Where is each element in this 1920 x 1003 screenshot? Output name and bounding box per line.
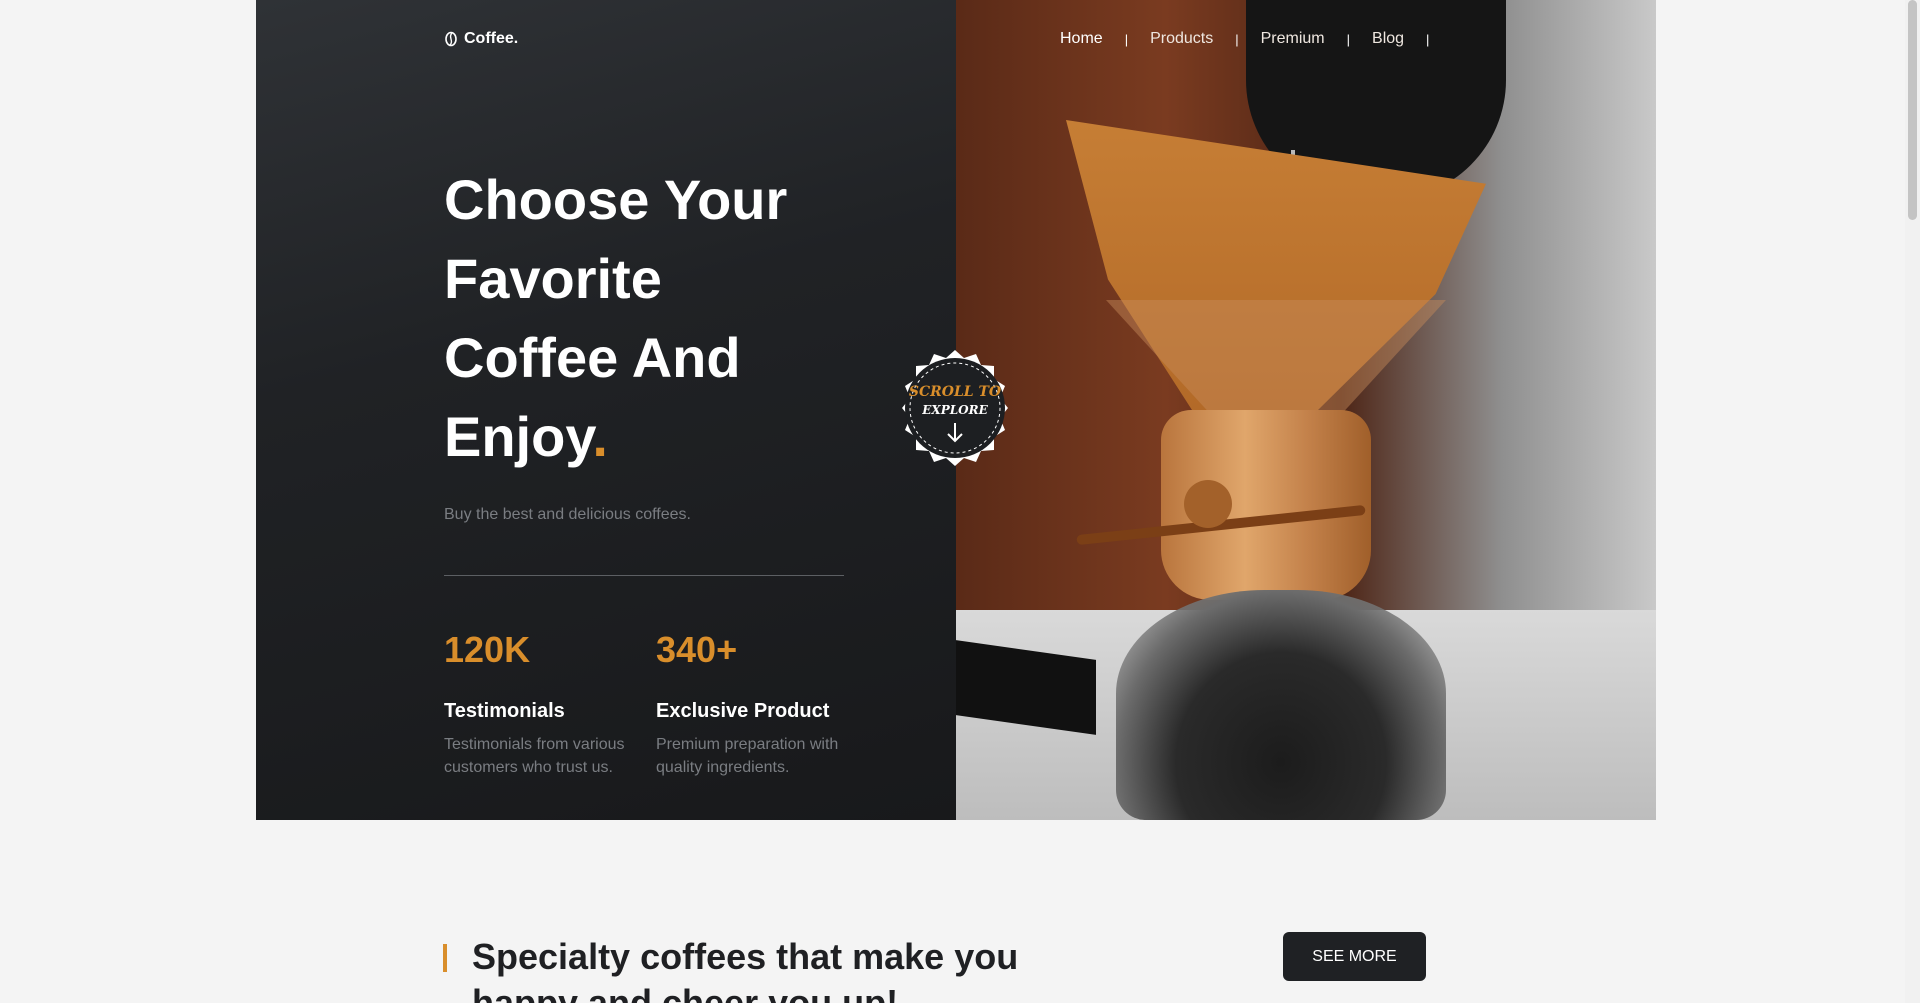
nav-separator: | [1346,31,1351,47]
stat-value: 340+ [656,629,738,670]
hero-divider [444,575,844,576]
main-nav: Home | Products | Premium | Blog | [1060,30,1451,48]
coffee-bean-icon [445,31,457,47]
badge-line-1: SCROLL TO [909,384,1002,400]
carafe-shape [1116,590,1446,820]
scroll-to-explore-badge[interactable]: SCROLL TO EXPLORE [890,343,1020,473]
headline-line-4: Enjoy [444,405,593,468]
nav-premium[interactable]: Premium [1261,30,1325,48]
headline-line-1: Choose Your [444,168,788,231]
nav-blog[interactable]: Blog [1372,30,1404,48]
page: Coffee. Home | Products | Premium | Blog… [0,0,1920,1003]
headline-line-3: Coffee And [444,326,741,389]
brand-logo[interactable]: Coffee. [444,30,518,48]
stat-desc-line: customers who trust us. [444,759,613,776]
stat-desc-line: Premium preparation with [656,736,839,753]
page-scrollbar[interactable] [1905,0,1920,1003]
nav-home[interactable]: Home [1060,30,1103,48]
badge-line-2: EXPLORE [921,403,988,417]
hero-image [956,0,1656,820]
stat-description: Premium preparation with quality ingredi… [656,733,856,779]
nav-separator: | [1235,31,1239,47]
nav-separator: | [1124,31,1129,47]
stat-value: 120K [444,629,531,670]
section-title-line-2: happy and cheer you up! [472,982,899,1003]
section-title-line-1: Specialty coffees that make you [472,936,1019,977]
nav-products[interactable]: Products [1150,30,1213,48]
stat-description: Testimonials from various customers who … [444,733,644,779]
wood-bead-shape [1184,480,1232,528]
stat-exclusive-product: 340+ Exclusive Product Premium preparati… [656,630,856,779]
stat-title: Exclusive Product [656,700,830,722]
stat-desc-line: Testimonials from various [444,736,625,753]
stat-title: Testimonials [444,700,565,722]
see-more-button[interactable]: SEE MORE [1283,932,1426,981]
headline-line-2: Favorite [444,247,662,310]
brand-name: Coffee. [464,30,519,47]
nav-separator: | [1426,31,1430,47]
stat-testimonials: 120K Testimonials Testimonials from vari… [444,630,644,779]
section-accent-bar [443,944,447,972]
scrollbar-thumb[interactable] [1908,0,1917,220]
section-title: Specialty coffees that make you happy an… [472,934,1092,1003]
hero-subtitle: Buy the best and delicious coffees. [444,506,691,523]
headline-accent-dot: . [592,405,608,468]
hero-headline: Choose Your Favorite Coffee And Enjoy. [444,160,924,476]
stat-desc-line: quality ingredients. [656,759,790,776]
